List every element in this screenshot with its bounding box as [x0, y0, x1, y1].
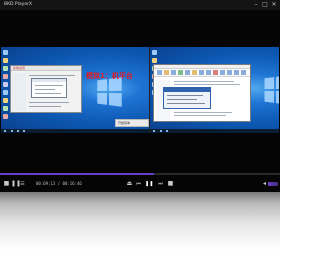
app-title: BKD PlayerX: [4, 2, 33, 7]
desktop-icon: [3, 74, 8, 79]
video-frame[interactable]: 系统设置 模拟1：机平台 开始菜单: [1, 47, 279, 133]
desktop-icon: [3, 82, 8, 87]
desktop-icon: [3, 114, 8, 119]
window-ribbon: [154, 69, 250, 77]
stop-icon[interactable]: ■: [3, 180, 10, 188]
remote-explorer-window: [153, 64, 251, 122]
eject-icon[interactable]: ⏏: [126, 180, 133, 188]
windows-logo-icon: [264, 75, 279, 105]
screen-reflection: [0, 192, 280, 270]
desktop-icon: [3, 50, 8, 55]
maximize-button[interactable]: □: [261, 1, 269, 9]
inner-dialog: [163, 87, 211, 109]
video-player: BKD PlayerX – □ ✕ 系统设置 模拟1：机平台 开始菜单 ■ ❚❚…: [0, 0, 280, 192]
seek-progress: [0, 173, 154, 175]
remote-taskbar: [1, 129, 149, 133]
dialog-box: [31, 78, 67, 98]
desktop-icon: [3, 58, 8, 63]
time-display: 00:09:13 / 00:16:46: [36, 181, 82, 186]
desktop-icon: [3, 106, 8, 111]
pause-button[interactable]: ❚❚: [145, 180, 153, 188]
remote-app-window: 系统设置: [10, 65, 82, 113]
window-sidebar: [12, 73, 26, 111]
next-icon[interactable]: ⏭: [157, 180, 164, 188]
desktop-icon: [3, 66, 8, 71]
playlist-icon[interactable]: ☰: [19, 180, 26, 188]
control-bar: ■ ❚❚ ☰ 00:09:13 / 00:16:46 ⏏ ⏮ ❚❚ ⏭ ■ ◂: [0, 178, 280, 190]
minimize-button[interactable]: –: [252, 1, 260, 9]
remote-window-title: 系统设置: [11, 66, 81, 71]
speaker-icon[interactable]: ◂: [261, 180, 268, 188]
start-menu-popup: 开始菜单: [115, 119, 149, 127]
video-caption: 模拟1：机平台: [86, 72, 133, 80]
previous-icon[interactable]: ⏮: [135, 180, 142, 188]
stop-button[interactable]: ■: [167, 180, 174, 188]
desktop-icons: [3, 50, 8, 122]
desktop-icon: [3, 90, 8, 95]
desktop-icon: [3, 98, 8, 103]
seek-bar[interactable]: [0, 173, 280, 175]
windows-logo-icon: [97, 77, 122, 107]
close-button[interactable]: ✕: [270, 1, 278, 9]
play-pause-small-icon[interactable]: ❚❚: [11, 180, 21, 188]
title-bar: BKD PlayerX – □ ✕: [0, 0, 280, 10]
remote-taskbar: [150, 129, 279, 133]
volume-slider[interactable]: [268, 182, 278, 186]
